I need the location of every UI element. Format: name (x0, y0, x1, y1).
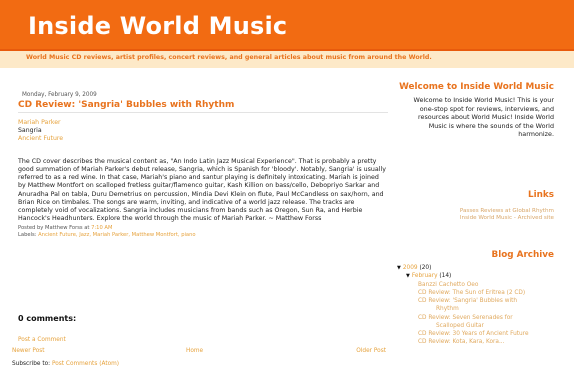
subscribe-line: Subscribe to: Post Comments (Atom) (12, 361, 119, 367)
post-title[interactable]: CD Review: 'Sangria' Bubbles with Rhythm (18, 100, 388, 113)
posted-by-text: Posted by Matthew Forss at (18, 225, 90, 232)
archive-year-link[interactable]: 2009 (403, 265, 418, 271)
archive-month-count: (14) (439, 273, 452, 280)
welcome-heading: Welcome to Inside World Music (399, 82, 554, 92)
older-post-link[interactable]: Older Post (356, 348, 386, 354)
comments-title: 0 comments: (18, 314, 77, 323)
description-bar: World Music CD reviews, artist profiles,… (0, 51, 574, 68)
post-body: The CD cover describes the musical conte… (18, 158, 386, 223)
archive-post-link[interactable]: CD Review: The Sun of Eritrea (2 CD) (418, 289, 553, 297)
archive-heading: Blog Archive (491, 250, 554, 260)
post-timestamp-link[interactable]: 7:10 AM (91, 225, 112, 231)
sidebar: Welcome to Inside World Music Welcome to… (397, 82, 555, 345)
archive-post-link[interactable]: CD Review: 'Sangria' Bubbles with (418, 297, 553, 305)
archive-month-link[interactable]: February (412, 273, 438, 279)
expand-triangle-icon[interactable]: ▼ (397, 265, 401, 271)
archive-post-link[interactable]: CD Review: Kota, Kara, Kora... (418, 338, 553, 346)
newer-post-link[interactable]: Newer Post (12, 348, 45, 354)
blog-title[interactable]: Inside World Music (28, 12, 287, 40)
labels-prefix: Labels: (18, 231, 37, 238)
subscribe-prefix: Subscribe to: (12, 361, 51, 367)
archive-post-list: Banzzi Cachetto Oeo CD Review: The Sun o… (397, 281, 553, 347)
archive-month-row: ▼ February (14) (397, 272, 555, 280)
blog-archive: ▼ 2009 (20) ▼ February (14) Banzzi Cachett… (397, 264, 555, 346)
blog-header: Inside World Music (0, 0, 574, 51)
post-comment-link[interactable]: Post a Comment (18, 337, 66, 343)
meta-artist-link[interactable]: Mariah Parker (18, 119, 388, 127)
archive-post-link[interactable]: CD Review: Seven Serenades for (418, 314, 553, 322)
links-heading: Links (528, 190, 554, 200)
archive-year-count: (20) (419, 265, 432, 271)
home-link[interactable]: Home (186, 348, 203, 354)
main-column: Monday, February 9, 2009 CD Review: 'San… (18, 92, 388, 238)
archive-post-link[interactable]: CD Review: 30 Years of Ancient Future (418, 330, 553, 338)
meta-label-link[interactable]: Ancient Future (18, 135, 388, 143)
labels-line: Labels: Ancient Future, Jazz, Mariah Par… (18, 232, 388, 239)
archive-post-link-cont[interactable]: Scalloped Guitar (418, 322, 553, 330)
link-item[interactable]: Passes Reviews at Global Rhythm (460, 208, 554, 215)
post-date: Monday, February 9, 2009 (22, 92, 97, 98)
subscribe-feed-link[interactable]: Post Comments (Atom) (52, 361, 119, 367)
links-list: Passes Reviews at Global Rhythm Inside W… (460, 208, 554, 223)
expand-triangle-icon[interactable]: ▼ (406, 273, 410, 279)
archive-post-link[interactable]: Banzzi Cachetto Oeo (418, 281, 553, 289)
archive-year-row: ▼ 2009 (20) (397, 264, 555, 272)
link-item[interactable]: Inside World Music - Archived site (460, 215, 554, 222)
post-meta: Mariah Parker Sangria Ancient Future (18, 119, 388, 143)
welcome-text: Welcome to Inside World Music! This is y… (413, 96, 555, 139)
archive-post-link-cont[interactable]: Rhythm (418, 305, 553, 313)
post-footer: Posted by Matthew Forss at 7:10 AM Label… (18, 225, 388, 238)
blog-pager: Newer Post Home Older Post (12, 348, 386, 357)
meta-album: Sangria (18, 127, 42, 134)
labels-links[interactable]: Ancient Future, Jazz, Mariah Parker, Mat… (38, 232, 195, 238)
blog-description: World Music CD reviews, artist profiles,… (26, 54, 432, 61)
